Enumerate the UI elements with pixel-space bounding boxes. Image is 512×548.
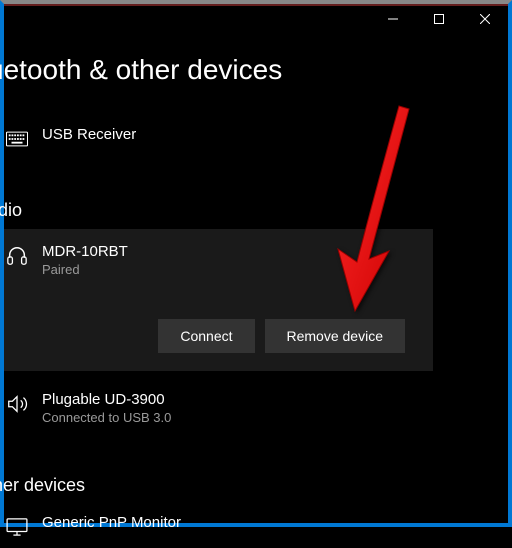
close-button[interactable] <box>462 5 508 35</box>
device-name: Generic PnP Monitor <box>42 514 181 531</box>
headphones-icon <box>6 245 28 267</box>
minimize-icon <box>388 13 398 27</box>
titlebar <box>4 4 508 34</box>
settings-content: uetooth & other devices USB Receiver udi… <box>4 34 508 548</box>
remove-device-button[interactable]: Remove device <box>265 319 406 353</box>
keyboard-icon <box>6 128 28 150</box>
window-controls <box>370 5 508 35</box>
maximize-icon <box>434 13 444 27</box>
device-name: USB Receiver <box>42 126 136 143</box>
section-header-audio: udio <box>0 200 508 221</box>
device-row-mdr10rbt[interactable]: MDR-10RBT Paired Connect Remove device <box>4 229 433 371</box>
monitor-icon <box>6 516 28 538</box>
close-icon <box>480 13 490 27</box>
device-name: MDR-10RBT <box>42 243 128 260</box>
audio-icon <box>6 393 28 415</box>
device-row-usb-receiver[interactable]: USB Receiver <box>4 116 508 160</box>
device-actions: Connect Remove device <box>158 319 415 353</box>
selected-device-panel: MDR-10RBT Paired Connect Remove device <box>4 229 433 371</box>
device-row-monitor[interactable]: Generic PnP Monitor <box>4 504 508 548</box>
device-row-plugable[interactable]: Plugable UD-3900 Connected to USB 3.0 <box>4 381 508 435</box>
minimize-button[interactable] <box>370 5 416 35</box>
device-status: Paired <box>42 262 128 277</box>
maximize-button[interactable] <box>416 5 462 35</box>
device-name: Plugable UD-3900 <box>42 391 171 408</box>
connect-button[interactable]: Connect <box>158 319 254 353</box>
page-title: uetooth & other devices <box>0 34 508 116</box>
device-status: Connected to USB 3.0 <box>42 410 171 425</box>
section-header-other: ther devices <box>0 475 508 496</box>
